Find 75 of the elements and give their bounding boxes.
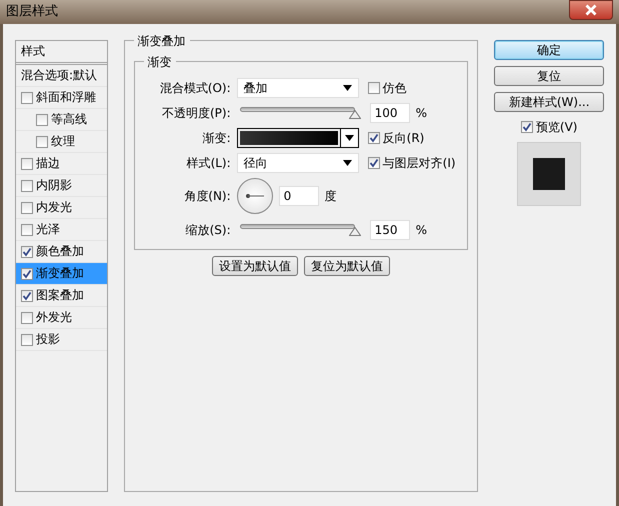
effect-label: 光泽 — [36, 221, 60, 238]
dropdown-caret-icon — [342, 160, 352, 166]
dialog-button[interactable]: 复位 — [494, 66, 604, 86]
angle-dial[interactable] — [236, 178, 273, 214]
field-label: 样式(L): — [186, 154, 231, 172]
reset-defaults-button[interactable]: 设置为默认值 — [212, 256, 298, 276]
checkbox[interactable] — [21, 290, 33, 302]
checkbox-label: 反向(R) — [382, 130, 424, 146]
field-label: 角度(N): — [183, 188, 231, 205]
unit-label: % — [416, 222, 428, 238]
reset-defaults-button[interactable]: 复位为默认值 — [304, 256, 390, 276]
field-label: 混合模式(O): — [158, 80, 231, 96]
field-label: 渐变: — [202, 130, 231, 146]
field-label: 不透明度(P): — [161, 104, 231, 122]
effect-item[interactable]: 斜面和浮雕 — [16, 87, 107, 109]
dropdown-caret-icon — [342, 84, 352, 90]
effect-item[interactable]: 投影 — [16, 329, 107, 351]
dialog-button[interactable]: 新建样式(W)... — [494, 92, 604, 112]
effect-label: 内阴影 — [36, 177, 72, 194]
effect-item[interactable]: 纹理 — [16, 131, 107, 153]
effect-item[interactable]: 描边 — [16, 153, 107, 175]
checkbox[interactable] — [368, 82, 380, 94]
effect-label: 描边 — [36, 155, 60, 172]
effect-label: 纹理 — [51, 133, 75, 150]
checkbox[interactable] — [21, 158, 33, 170]
checkbox[interactable] — [36, 136, 48, 148]
checkbox-label: 与图层对齐(I) — [382, 154, 456, 172]
checkbox-label: 预览(V) — [536, 119, 578, 136]
blending-options-item[interactable]: 混合选项:默认 — [16, 65, 107, 87]
dropdown-caret-icon — [344, 134, 354, 140]
window-title: 图层样式 — [6, 3, 58, 22]
effect-label: 内发光 — [36, 199, 72, 216]
dialog-button[interactable]: 确定 — [494, 40, 604, 60]
dropdown-field[interactable]: 径向 — [236, 152, 359, 172]
gradient-picker[interactable] — [236, 128, 359, 148]
effect-label: 斜面和浮雕 — [36, 89, 96, 106]
checkbox[interactable] — [21, 334, 33, 346]
checkbox-label: 仿色 — [382, 80, 407, 96]
checkbox[interactable] — [21, 268, 33, 280]
effect-item[interactable]: 外发光 — [16, 307, 107, 329]
checkbox[interactable] — [21, 180, 33, 192]
checkbox[interactable] — [36, 114, 48, 126]
checkbox[interactable] — [368, 132, 380, 144]
checkbox[interactable] — [21, 312, 33, 324]
checkbox[interactable] — [21, 202, 33, 214]
number-field[interactable]: 150 — [370, 220, 410, 240]
effect-label: 图案叠加 — [36, 287, 84, 304]
effect-label: 等高线 — [51, 111, 87, 128]
effect-item[interactable]: 渐变叠加 — [16, 263, 107, 285]
unit-label: 度 — [324, 188, 337, 205]
effect-item[interactable]: 图案叠加 — [16, 285, 107, 307]
close-icon[interactable] — [569, 0, 613, 20]
effect-label: 外发光 — [36, 309, 72, 326]
field-label: 缩放(S): — [184, 222, 231, 238]
checkbox[interactable] — [368, 156, 380, 168]
slider-thumb[interactable] — [348, 226, 361, 236]
styles-header[interactable]: 样式 — [16, 41, 107, 65]
checkbox[interactable] — [21, 246, 33, 258]
checkbox[interactable] — [520, 121, 533, 133]
dropdown-field[interactable]: 叠加 — [236, 78, 359, 98]
number-field[interactable]: 100 — [370, 102, 410, 122]
effect-label: 投影 — [36, 331, 60, 348]
checkbox[interactable] — [21, 224, 33, 236]
preview-image — [533, 158, 566, 190]
effect-label: 颜色叠加 — [36, 243, 84, 260]
effect-item[interactable]: 等高线 — [16, 109, 107, 131]
number-field[interactable]: 0 — [278, 186, 319, 206]
effect-item[interactable]: 内阴影 — [16, 175, 107, 197]
dial-pointer-icon — [244, 194, 265, 198]
effect-item[interactable]: 内发光 — [16, 197, 107, 219]
unit-label: % — [416, 104, 428, 122]
effect-label: 渐变叠加 — [36, 265, 84, 282]
checkbox[interactable] — [21, 92, 33, 104]
effect-item[interactable]: 光泽 — [16, 219, 107, 241]
slider-thumb[interactable] — [348, 110, 361, 118]
